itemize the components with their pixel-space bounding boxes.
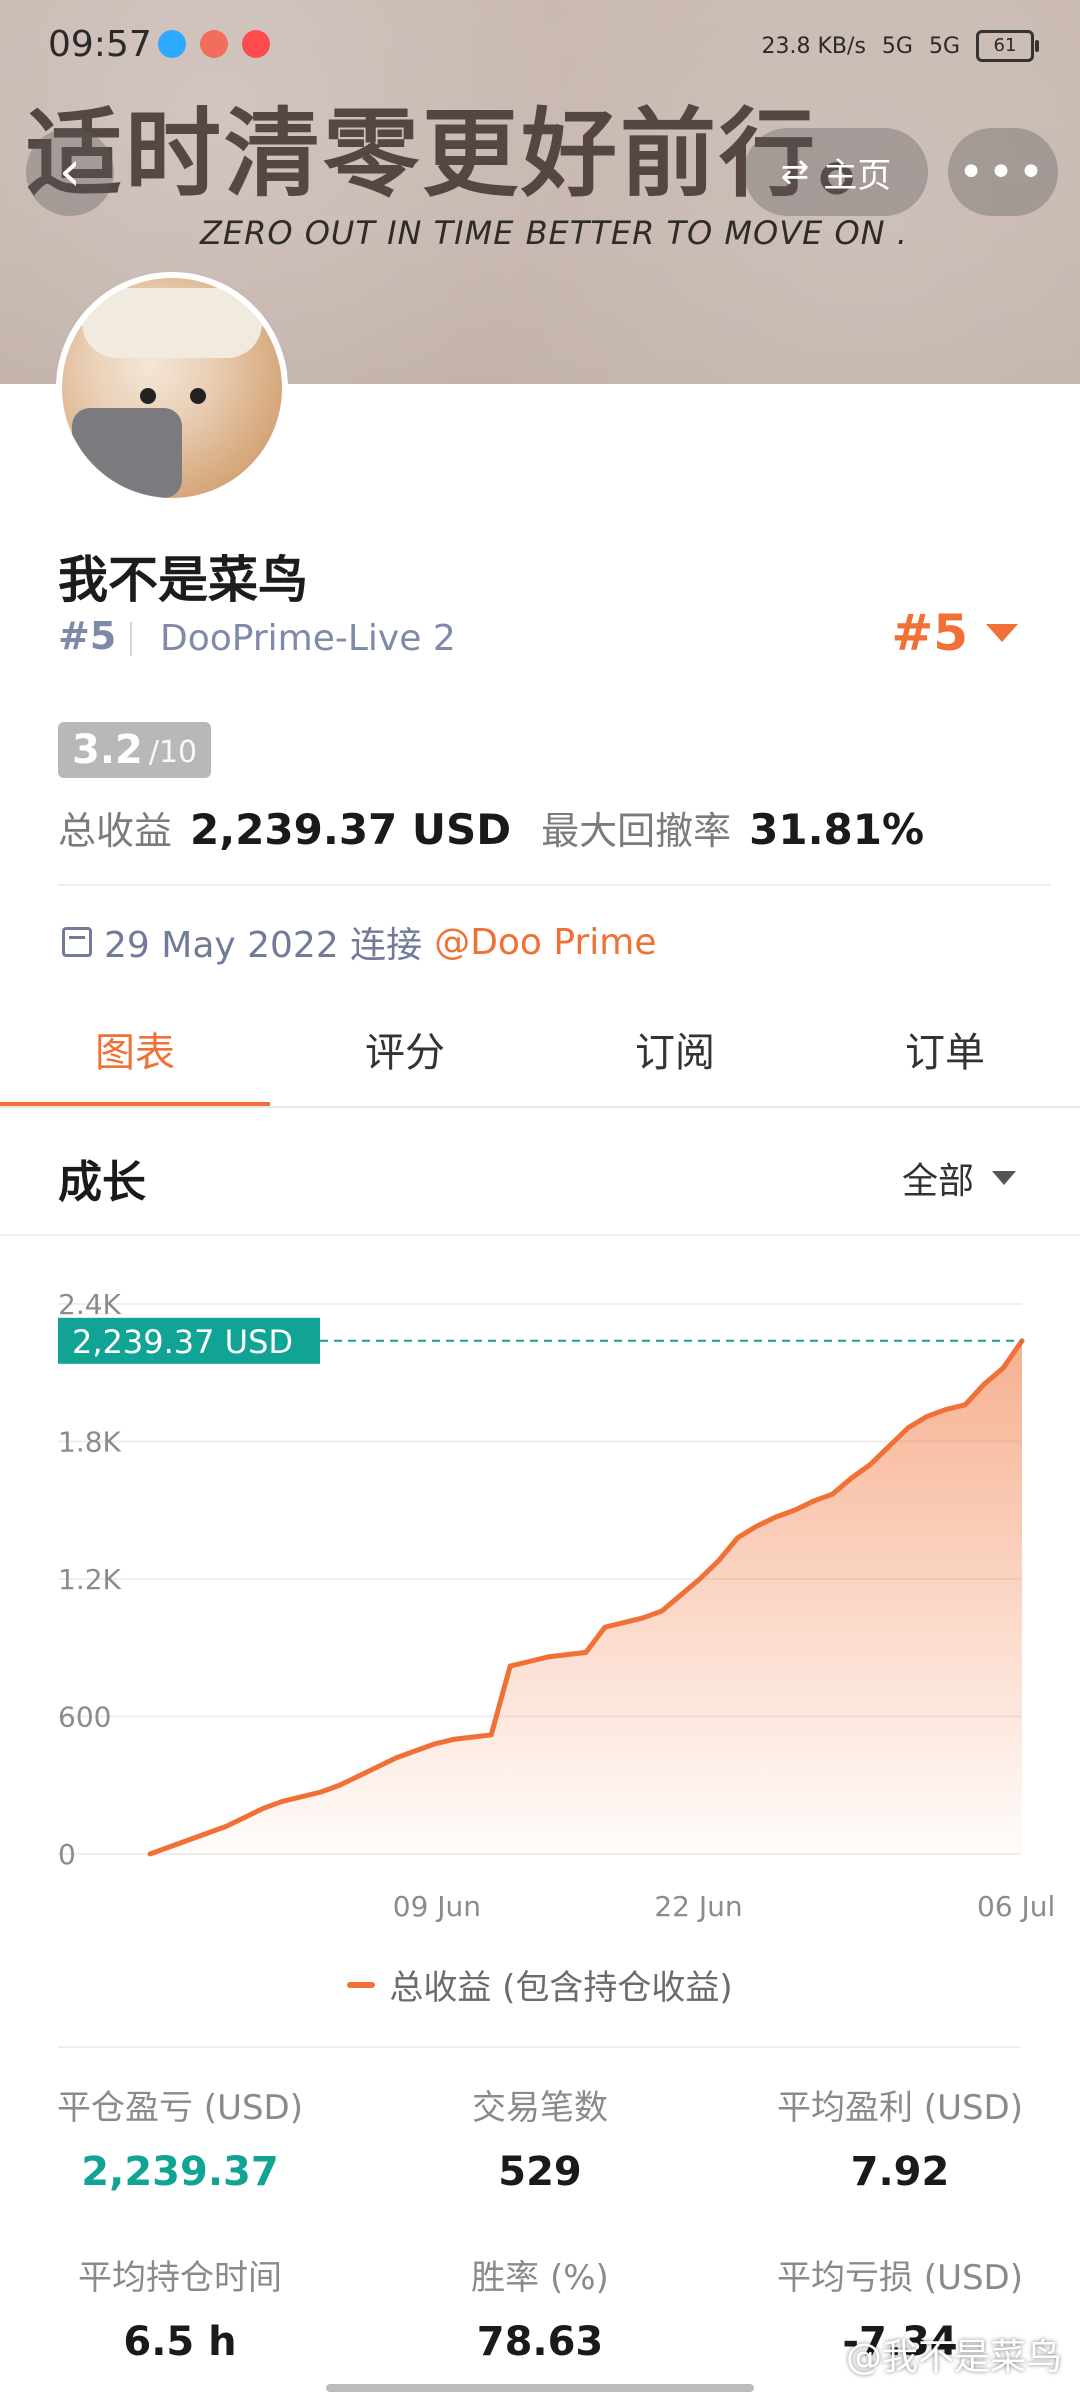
growth-title: 成长: [58, 1157, 146, 1208]
metric-label: 胜率 (%): [471, 2258, 609, 2298]
y-tick-label: 0: [58, 1838, 76, 1871]
signal-1: 5G: [881, 33, 913, 59]
metric-label: 平均亏损 (USD): [777, 2258, 1023, 2298]
max-drawdown-label: 最大回撤率: [541, 809, 732, 853]
broker-link[interactable]: @Doo Prime: [434, 922, 656, 963]
score-badge: 3.2 /10: [58, 722, 212, 778]
avatar-phone: [72, 408, 182, 498]
calendar-icon: [62, 927, 92, 957]
tab-bar: 图表 评分 订阅 订单: [0, 990, 1080, 1108]
swap-icon: ⇄: [780, 152, 810, 192]
metric-label: 交易笔数: [472, 2088, 608, 2128]
growth-filter-label: 全部: [901, 1161, 974, 1202]
home-indicator[interactable]: [326, 2384, 754, 2392]
avatar[interactable]: [56, 272, 288, 504]
avatar-eye: [140, 388, 156, 404]
rank-dropdown[interactable]: #5: [891, 604, 1018, 662]
home-button[interactable]: ⇄ 主页: [744, 128, 928, 216]
tab-subscribe[interactable]: 订阅: [540, 990, 810, 1108]
current-value-text: 2,239.37 USD: [72, 1323, 293, 1361]
battery-icon: 61: [976, 30, 1039, 62]
back-button[interactable]: ‹: [26, 128, 114, 216]
home-label: 主页: [823, 155, 892, 196]
status-time: 09:57: [48, 24, 152, 65]
app-icon: [242, 30, 270, 58]
chart-legend: 总收益 (包含持仓收益): [0, 1960, 1080, 2009]
more-icon: •••: [958, 146, 1048, 198]
rank-right-value: #5: [891, 604, 968, 662]
metric-value: 6.5 h: [123, 2319, 237, 2365]
chevron-down-icon: [986, 624, 1018, 642]
divider: [58, 884, 1050, 886]
connected-date: 29 May 2022 连接: [104, 925, 423, 966]
divider: [58, 2046, 1020, 2048]
divider: [0, 1234, 1080, 1236]
metric-value: 2,239.37: [81, 2149, 279, 2195]
metric-closed-pnl: 平仓盈亏 (USD) 2,239.37: [0, 2080, 360, 2195]
metric-win-rate: 胜率 (%) 78.63: [360, 2250, 720, 2365]
avatar-hat: [82, 288, 262, 358]
series-area: [150, 1340, 1022, 1854]
server-name: DooPrime-Live 2: [160, 618, 456, 659]
metric-value: 529: [498, 2149, 582, 2195]
max-drawdown-value: 31.81%: [749, 805, 925, 854]
score-value: 3.2: [72, 727, 143, 773]
total-profit-value: 2,239.37 USD: [190, 805, 512, 854]
x-tick-label: 06 Jul: [977, 1890, 1055, 1923]
more-button[interactable]: •••: [948, 128, 1058, 216]
connection-row: 29 May 2022 连接 @Doo Prime: [62, 916, 657, 968]
rank-badge-left: #5: [58, 614, 117, 658]
tab-chart[interactable]: 图表: [0, 990, 270, 1108]
growth-filter-dropdown[interactable]: 全部: [902, 1152, 1016, 1204]
tab-rating[interactable]: 评分: [270, 990, 540, 1108]
chevron-down-icon: [992, 1171, 1016, 1185]
metric-avg-profit: 平均盈利 (USD) 7.92: [720, 2080, 1080, 2195]
total-profit-label: 总收益: [58, 809, 173, 853]
y-tick-label: 600: [58, 1701, 111, 1734]
metric-avg-hold-time: 平均持仓时间 6.5 h: [0, 2250, 360, 2365]
signal-2: 5G: [928, 33, 960, 59]
metric-label: 平均盈利 (USD): [777, 2088, 1023, 2128]
metric-trades: 交易笔数 529: [360, 2080, 720, 2195]
metric-value: 7.92: [850, 2149, 950, 2195]
profile-stats-row: 总收益 2,239.37 USD 最大回撤率 31.81%: [58, 800, 924, 855]
avatar-eye: [190, 388, 206, 404]
y-tick-label: 2.4K: [58, 1288, 122, 1321]
growth-chart: 2.4K 1.8K 1.2K 600 0 2,239.37 USD 09 Jun 22 Jun…: [58, 1288, 1055, 1923]
y-tick-label: 1.2K: [58, 1563, 122, 1596]
score-max: /10: [148, 735, 198, 770]
status-indicators: 23.8 KB/s 5G 5G 61: [761, 30, 1039, 62]
legend-swatch: [347, 1981, 376, 1988]
legend-label: 总收益 (包含持仓收益): [389, 1968, 733, 2008]
x-tick-label: 09 Jun: [393, 1890, 481, 1923]
profile-name: 我不是菜鸟: [58, 551, 308, 609]
tab-orders[interactable]: 订单: [810, 990, 1080, 1108]
banner-sub-text: ZERO OUT IN TIME BETTER TO MOVE ON .: [200, 214, 908, 252]
metric-label: 平仓盈亏 (USD): [57, 2088, 303, 2128]
app-icon: [200, 30, 228, 58]
y-tick-label: 1.8K: [58, 1426, 122, 1459]
rank-divider: [130, 622, 132, 656]
back-arrow-icon: ‹: [58, 139, 82, 204]
x-tick-label: 22 Jun: [654, 1890, 742, 1923]
network-speed: 23.8 KB/s: [761, 33, 866, 59]
app-icon: [158, 30, 186, 58]
watermark: @我不是菜鸟: [845, 2337, 1062, 2378]
metric-value: 78.63: [476, 2319, 604, 2365]
metric-label: 平均持仓时间: [78, 2258, 282, 2298]
status-app-icons: [158, 30, 270, 58]
